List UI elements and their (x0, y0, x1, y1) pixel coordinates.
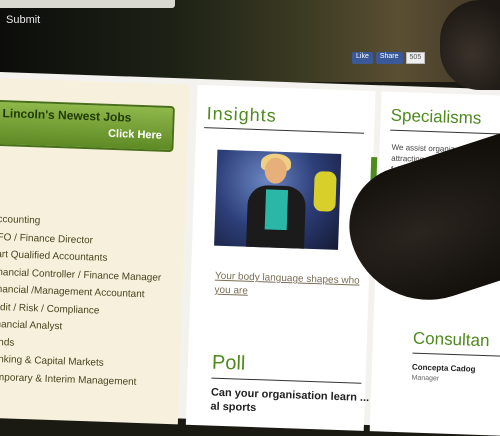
click-here-label: Click Here (107, 127, 163, 142)
submit-button[interactable]: Submit (6, 14, 40, 26)
speaker-head (264, 157, 288, 185)
facebook-share-button[interactable]: Share (375, 52, 403, 64)
speaker-shirt (264, 189, 289, 231)
facebook-like-button[interactable]: Like (352, 52, 373, 64)
consultant-role: Manager (411, 374, 440, 383)
header-banner: Submit Like Share 505 (0, 0, 500, 82)
consultant-name[interactable]: Concepta Cadog (412, 363, 476, 374)
divider (412, 352, 500, 358)
specialisms-heading: Specialisms (390, 105, 482, 128)
left-sidebar: Lincoln's Newest Jobs Click Here Account… (0, 77, 190, 425)
specialisms-list: Accounting CFO / Finance Director Part Q… (0, 214, 163, 395)
insights-video-thumbnail[interactable] (214, 149, 342, 250)
divider (211, 377, 362, 384)
search-field[interactable] (0, 0, 175, 8)
social-buttons: Like Share 505 (352, 52, 426, 64)
consultants-heading: Consultan (412, 328, 490, 351)
background-figure (313, 171, 337, 212)
insights-heading: Insights (206, 103, 278, 126)
insights-column: Insights Your body language shapes who y… (185, 84, 378, 431)
video-caption-link[interactable]: Your body language shapes who you are (214, 270, 375, 304)
share-count: 505 (405, 52, 426, 64)
divider (390, 129, 500, 135)
poll-heading: Poll (211, 351, 246, 375)
newest-jobs-title: Lincoln's Newest Jobs (2, 106, 132, 125)
newest-jobs-button[interactable]: Lincoln's Newest Jobs Click Here (0, 99, 175, 153)
poll-question: Can your organisation learn ... al sport… (210, 386, 370, 415)
divider (204, 127, 365, 134)
